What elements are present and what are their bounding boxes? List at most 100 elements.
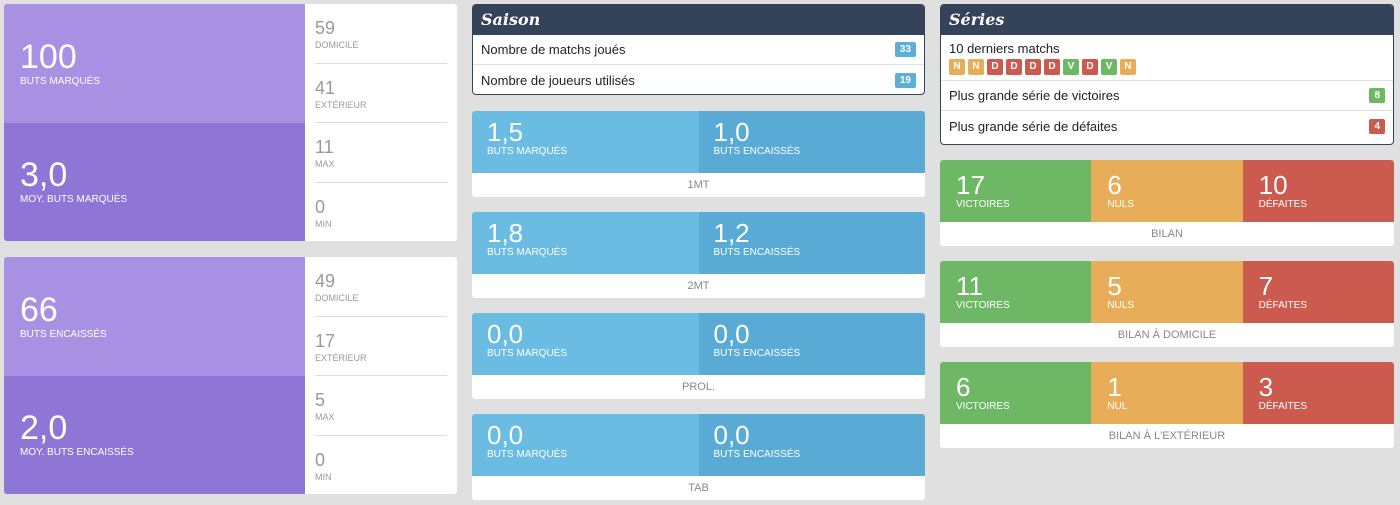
goals-scored-average: 3,0 MOY. BUTS MARQUÉS [4,122,305,241]
wins-value: 6 [956,372,971,402]
series-panel: Séries 10 derniers matchs NNDDDDVDVN Plu… [940,4,1394,145]
count-badge: 19 [894,72,916,88]
period-scored-label: BUTS MARQUÉS [487,449,568,460]
losses-label: DÉFAITES [1258,300,1308,311]
period-conceded-label: BUTS ENCAISSÉS [713,348,801,359]
goals-conceded-average: 2,0 MOY. BUTS ENCAISSÉS [4,375,305,494]
form-badges: NNDDDDVDVN [949,59,1385,75]
period-scored: 1,5 BUTS MARQUÉS [472,111,699,173]
stat-label: DOMICILE [315,40,359,51]
stat-value: 11 [315,137,334,158]
draws-value: 5 [1107,271,1122,301]
bilan-card: 17 VICTOIRES 6 NULS 10 DÉFAITES BILAN [940,160,1394,246]
goals-conceded-avg-label: MOY. BUTS ENCAISSÉS [20,447,134,459]
period-card-tab: 0,0 BUTS MARQUÉS 0,0 BUTS ENCAISSÉS TAB [472,414,925,500]
bilan-home-card: 11 VICTOIRES 5 NULS 7 DÉFAITES BILAN À DOMI… [940,261,1394,347]
bilan-footer: BILAN À L'EXTÉRIEUR [1108,430,1226,442]
saison-panel: Saison Nombre de matchs joués 33 Nombre … [472,4,925,95]
wins-value: 11 [956,271,983,301]
period-scored-label: BUTS MARQUÉS [487,348,568,359]
period-footer: 1MT [687,179,710,191]
period-conceded-label: BUTS ENCAISSÉS [713,449,801,460]
form-badge: D [1006,59,1022,75]
row-label: Plus grande série de défaites [949,118,1118,134]
row-players-used: Nombre de joueurs utilisés 19 [473,65,924,94]
period-scored-label: BUTS MARQUÉS [487,146,568,157]
goals-scored-value: 100 [20,37,77,76]
form-badge: D [1082,59,1098,75]
form-badge: V [1063,59,1079,75]
stat-value: 49 [315,271,336,292]
goals-scored-total: 100 BUTS MARQUÉS [4,4,305,123]
loss-streak-badge: 4 [1369,118,1385,134]
period-conceded-value: 0,0 [713,319,750,349]
goals-scored-avg-label: MOY. BUTS MARQUÉS [20,194,128,206]
stat-max: 5 MAX [315,376,447,436]
period-scored-label: BUTS MARQUÉS [487,247,568,258]
count-badge: 33 [894,42,916,57]
bilan-footer: BILAN À DOMICILE [1117,329,1217,341]
period-conceded: 1,2 BUTS ENCAISSÉS [698,212,925,274]
stat-value: 5 [315,390,326,411]
form-badge: N [949,59,965,75]
stat-label: MIN [315,218,332,229]
stat-max: 11 MAX [315,123,447,183]
draws-value: 1 [1107,372,1122,402]
goals-conceded-total: 66 BUTS ENCAISSÉS [4,257,305,376]
wins-label: VICTOIRES [956,300,1010,311]
wins-cell: 6 VICTOIRES [940,362,1092,424]
stat-label: MAX [315,412,335,423]
row-label: Plus grande série de victoires [949,88,1120,103]
period-scored-value: 0,0 [487,420,524,450]
losses-value: 7 [1258,271,1274,301]
draws-cell: 5 NULS [1091,261,1243,323]
losses-value: 10 [1258,170,1288,200]
losses-value: 3 [1258,372,1274,402]
last-matches: 10 derniers matchs NNDDDDVDVN [941,35,1393,81]
stat-min: 0 MIN [315,183,447,242]
goals-scored-label: BUTS MARQUÉS [20,75,101,87]
series-title: Séries [941,5,1393,35]
period-card-2mt: 1,8 BUTS MARQUÉS 1,2 BUTS ENCAISSÉS 2MT [472,212,925,298]
form-badge: D [1044,59,1060,75]
wins-value: 17 [956,170,985,200]
period-conceded-label: BUTS ENCAISSÉS [713,146,801,157]
form-badge: D [987,59,1003,75]
stat-value: 59 [315,18,336,39]
period-conceded-value: 1,2 [713,218,750,248]
row-label: Nombre de joueurs utilisés [481,72,635,88]
goals-conceded-avg-value: 2,0 [20,409,68,448]
draws-label: NULS [1107,199,1135,210]
wins-cell: 17 VICTOIRES [940,160,1092,222]
period-conceded: 1,0 BUTS ENCAISSÉS [698,111,925,173]
stat-label: DOMICILE [315,293,359,304]
period-scored: 0,0 BUTS MARQUÉS [472,313,699,375]
stat-value: 0 [315,196,326,217]
period-scored-value: 0,0 [487,319,524,349]
period-conceded-value: 1,0 [713,117,750,147]
losses-cell: 3 DÉFAITES [1242,362,1394,424]
draws-label: NUL [1107,401,1128,412]
draws-cell: 1 NUL [1091,362,1243,424]
period-footer: TAB [688,482,709,494]
stat-home: 49 DOMICILE [315,257,447,317]
goals-conceded-value: 66 [20,290,58,329]
goals-conceded-label: BUTS ENCAISSÉS [20,328,107,340]
period-footer: 2MT [687,280,710,292]
row-matches-played: Nombre de matchs joués 33 [473,35,924,65]
stat-label: MAX [315,159,335,170]
stat-away: 17 EXTÉRIEUR [315,317,447,376]
form-badge: D [1025,59,1041,75]
last-matches-label: 10 derniers matchs [949,41,1060,56]
goals-conceded-card: 66 BUTS ENCAISSÉS 2,0 MOY. BUTS ENCAISSÉ… [4,257,457,494]
row-label: Nombre de matchs joués [481,42,626,57]
row-win-streak: Plus grande série de victoires 8 [941,81,1393,111]
wins-label: VICTOIRES [956,199,1010,210]
draws-label: NULS [1107,300,1135,311]
draws-value: 6 [1107,170,1122,200]
wins-cell: 11 VICTOIRES [940,261,1092,323]
period-footer: PROL. [681,381,715,393]
period-scored: 1,8 BUTS MARQUÉS [472,212,699,274]
stat-min: 0 MIN [315,436,447,495]
stat-value: 0 [315,449,326,470]
